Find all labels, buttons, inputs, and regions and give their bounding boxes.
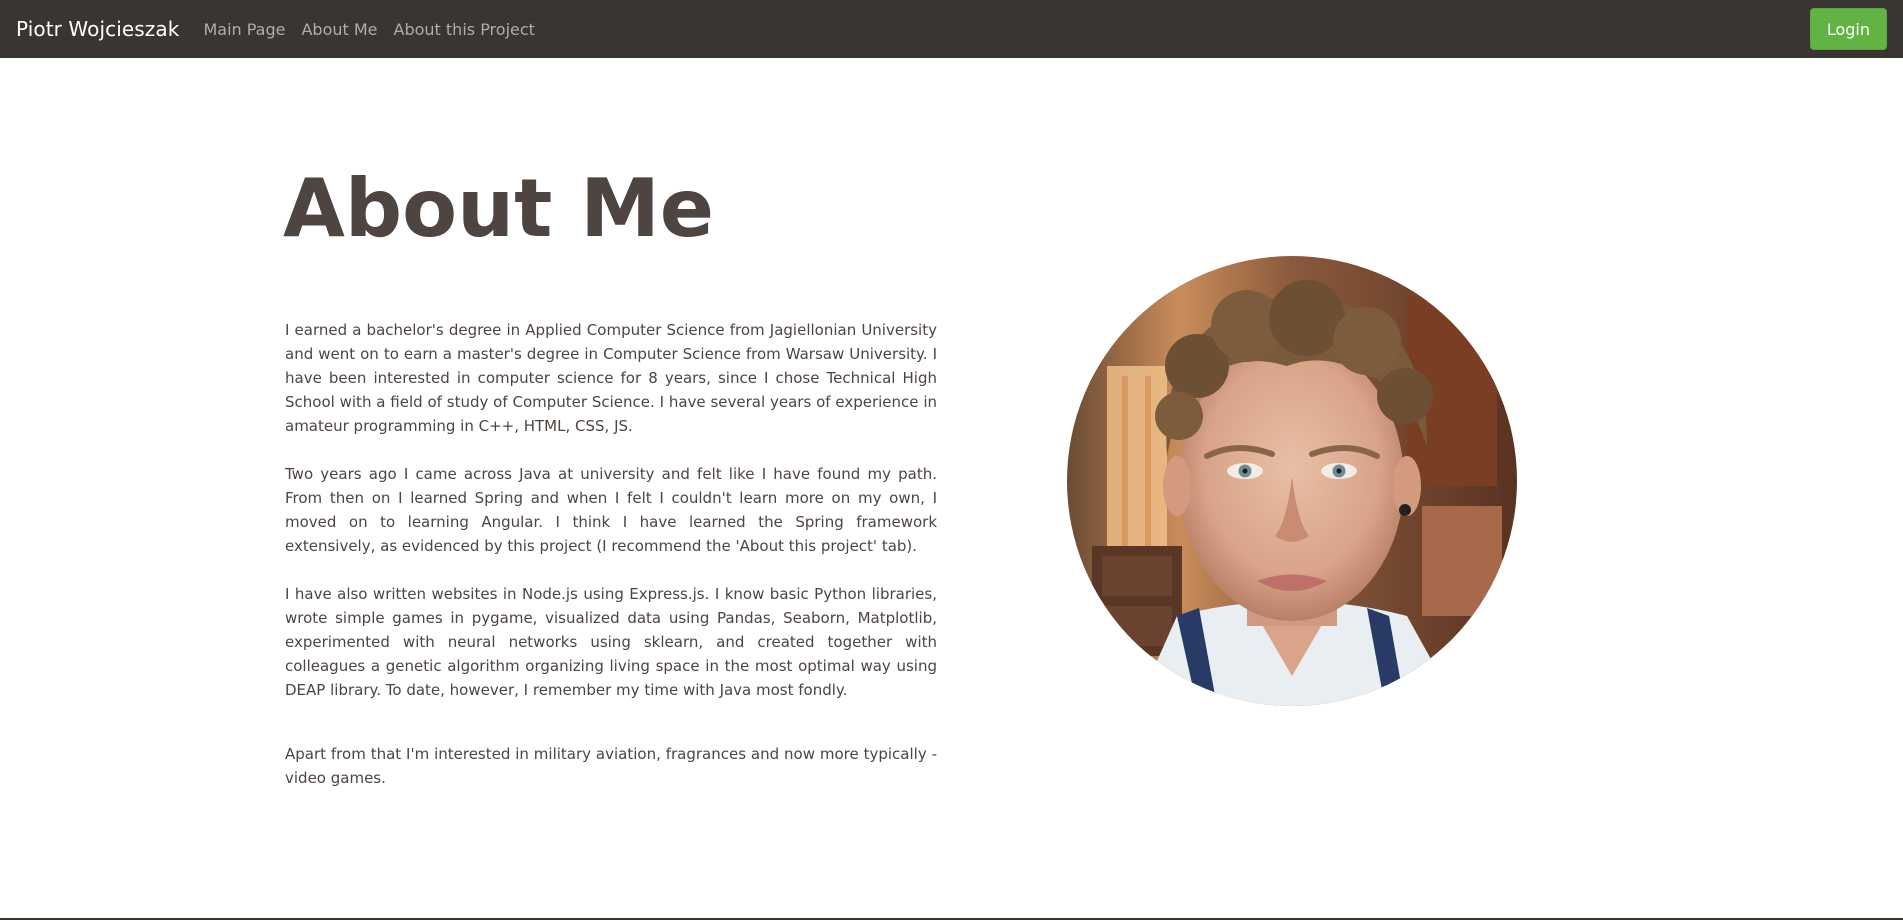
nav-link-about-me[interactable]: About Me xyxy=(301,20,377,39)
paragraph-education: I earned a bachelor's degree in Applied … xyxy=(285,321,937,435)
navbar: Piotr Wojcieszak Main Page About Me Abou… xyxy=(0,0,1903,58)
brand-link[interactable]: Piotr Wojcieszak xyxy=(16,17,179,41)
nav-link-main-page[interactable]: Main Page xyxy=(203,20,285,39)
paragraph-java: Two years ago I came across Java at univ… xyxy=(285,465,937,555)
paragraph-interests: Apart from that I'm interested in milita… xyxy=(285,745,937,787)
nav-link-about-project[interactable]: About this Project xyxy=(394,20,535,39)
nav-links: Main Page About Me About this Project xyxy=(203,20,534,39)
profile-photo xyxy=(1067,256,1517,706)
about-text: I earned a bachelor's degree in Applied … xyxy=(285,318,937,814)
paragraph-other-skills: I have also written websites in Node.js … xyxy=(285,585,937,699)
page-title: About Me xyxy=(283,162,715,255)
login-button[interactable]: Login xyxy=(1809,8,1887,50)
